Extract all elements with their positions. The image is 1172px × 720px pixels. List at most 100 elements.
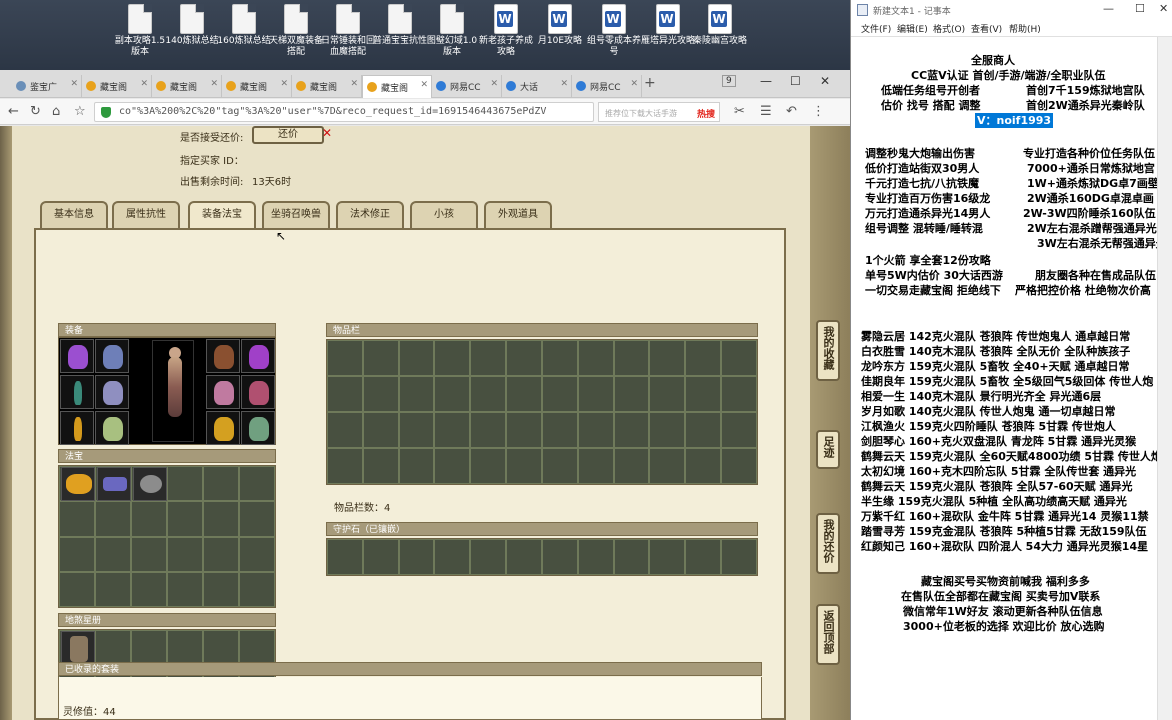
fabao-cell[interactable] <box>239 501 275 537</box>
inventory-cell[interactable] <box>541 376 578 412</box>
notepad-menu-item[interactable]: 帮助(H) <box>1009 22 1041 35</box>
back-to-top-button[interactable]: 返回顶部 <box>816 604 840 665</box>
equip-slot-boots[interactable] <box>95 411 129 445</box>
home-icon[interactable]: ⌂ <box>52 104 60 119</box>
inventory-cell[interactable] <box>327 412 363 448</box>
desktop-icon-11[interactable]: W 雁塔异光攻略 <box>640 4 696 47</box>
tab-close-icon[interactable]: ✕ <box>280 79 288 89</box>
inventory-cell[interactable] <box>577 340 614 376</box>
inventory-cell[interactable] <box>613 412 650 448</box>
inventory-cell[interactable] <box>541 448 578 484</box>
dizang-item-1[interactable] <box>61 631 95 665</box>
inventory-cell[interactable] <box>398 412 435 448</box>
notepad-menu-item[interactable]: 编辑(E) <box>897 22 928 35</box>
refresh-icon[interactable]: ↻ <box>30 104 41 119</box>
guardian-cell[interactable] <box>327 539 363 575</box>
fabao-cell[interactable] <box>239 571 275 607</box>
inventory-cell[interactable] <box>613 340 650 376</box>
tab-close-icon[interactable]: ✕ <box>140 79 148 89</box>
inventory-cell[interactable] <box>721 376 757 412</box>
restore-window-icon[interactable]: ☐ <box>790 74 801 88</box>
desktop-icon-10[interactable]: W 组号零成本养号 <box>586 4 642 58</box>
browser-tab-8[interactable]: 大话 ✕ <box>502 75 572 98</box>
desktop-icon-8[interactable]: W 新老孩子养成攻略 <box>478 4 534 58</box>
minimize-icon[interactable]: — <box>1103 2 1114 15</box>
back-icon[interactable]: ← <box>8 104 19 119</box>
star-icon[interactable]: ☆ <box>74 104 86 119</box>
fabao-cell[interactable] <box>239 536 275 572</box>
guardian-cell[interactable] <box>434 539 471 575</box>
inventory-cell[interactable] <box>398 340 435 376</box>
guardian-cell[interactable] <box>362 539 399 575</box>
search-input[interactable]: 推荐位下载大话手游 热搜 <box>598 102 720 122</box>
tab-count-badge[interactable]: 9 <box>722 75 736 87</box>
equip-slot-belt[interactable] <box>60 411 94 445</box>
footprint-button[interactable]: 足迹 <box>816 430 840 469</box>
inventory-cell[interactable] <box>506 376 542 412</box>
fabao-cell[interactable] <box>95 536 131 572</box>
desktop-icon-6[interactable]: 普通宝宝抗性 <box>372 4 428 47</box>
inventory-cell[interactable] <box>685 376 722 412</box>
browser-tab-4[interactable]: 藏宝阁 ✕ <box>222 75 292 98</box>
browser-tab-2[interactable]: 藏宝阁 ✕ <box>82 75 152 98</box>
guardian-cell[interactable] <box>577 539 614 575</box>
fabao-item-2[interactable] <box>97 467 131 501</box>
my-favorites-button[interactable]: 我的收藏 <box>816 320 840 381</box>
inventory-cell[interactable] <box>541 412 578 448</box>
desktop-icon-9[interactable]: W 月10E攻略 <box>532 4 588 47</box>
game-tab-6[interactable]: 小孩 <box>410 201 478 228</box>
inventory-cell[interactable] <box>434 412 471 448</box>
equip-slot-armor[interactable] <box>95 375 129 409</box>
inventory-cell[interactable] <box>613 376 650 412</box>
desktop-icon-7[interactable]: 图璧幻域1.0版本 <box>424 4 480 58</box>
inventory-cell[interactable] <box>577 412 614 448</box>
inventory-cell[interactable] <box>470 340 507 376</box>
inventory-cell[interactable] <box>613 448 650 484</box>
fabao-cell[interactable] <box>131 536 167 572</box>
notepad-menu-item[interactable]: 查看(V) <box>971 22 1002 35</box>
inventory-cell[interactable] <box>434 340 471 376</box>
counter-offer-button[interactable]: 还价 <box>252 126 324 144</box>
equip-slot-accessory-3[interactable] <box>206 411 240 445</box>
game-tab-4[interactable]: 坐骑召唤兽 <box>262 201 330 228</box>
game-tab-3[interactable]: 装备法宝 <box>188 201 256 228</box>
game-tab-5[interactable]: 法术修正 <box>336 201 404 228</box>
game-tab-1[interactable]: 基本信息 <box>40 201 108 228</box>
inventory-cell[interactable] <box>685 412 722 448</box>
equip-slot-necklace[interactable] <box>95 339 129 373</box>
inventory-cell[interactable] <box>721 340 757 376</box>
inventory-cell[interactable] <box>362 376 399 412</box>
tab-close-icon[interactable]: ✕ <box>560 79 568 89</box>
browser-tab-5[interactable]: 藏宝阁 ✕ <box>292 75 362 98</box>
close-icon[interactable]: ✕ <box>322 126 332 140</box>
inventory-cell[interactable] <box>362 448 399 484</box>
tab-close-icon[interactable]: ✕ <box>420 80 428 90</box>
fabao-cell[interactable] <box>59 501 95 537</box>
fabao-cell[interactable] <box>59 571 95 607</box>
inventory-cell[interactable] <box>649 340 686 376</box>
close-window-icon[interactable]: ✕ <box>1159 2 1168 15</box>
guardian-cell[interactable] <box>613 539 650 575</box>
fabao-item-1[interactable] <box>61 467 95 501</box>
inventory-cell[interactable] <box>685 340 722 376</box>
inventory-cell[interactable] <box>541 340 578 376</box>
address-bar[interactable]: co"%3A%200%2C%20"tag"%3A%20"user"%7D&rec… <box>94 102 594 122</box>
guardian-cell[interactable] <box>470 539 507 575</box>
inventory-cell[interactable] <box>506 340 542 376</box>
equip-slot-accessory-2[interactable] <box>241 375 275 409</box>
browser-tab-9[interactable]: 网易CC ✕ <box>572 75 642 98</box>
inventory-cell[interactable] <box>506 448 542 484</box>
browser-tab-1[interactable]: 鉴宝广 ✕ <box>12 75 82 98</box>
tab-close-icon[interactable]: ✕ <box>490 79 498 89</box>
guardian-cell[interactable] <box>649 539 686 575</box>
inventory-cell[interactable] <box>398 376 435 412</box>
inventory-cell[interactable] <box>362 340 399 376</box>
fabao-item-3[interactable] <box>133 467 167 501</box>
fabao-cell[interactable] <box>203 466 239 502</box>
my-counter-offers-button[interactable]: 我的还价 <box>816 513 840 574</box>
inventory-cell[interactable] <box>721 412 757 448</box>
inventory-cell[interactable] <box>434 376 471 412</box>
desktop-icon-3[interactable]: 160炼狱总结 <box>216 4 272 47</box>
fabao-cell[interactable] <box>203 501 239 537</box>
inventory-cell[interactable] <box>327 376 363 412</box>
